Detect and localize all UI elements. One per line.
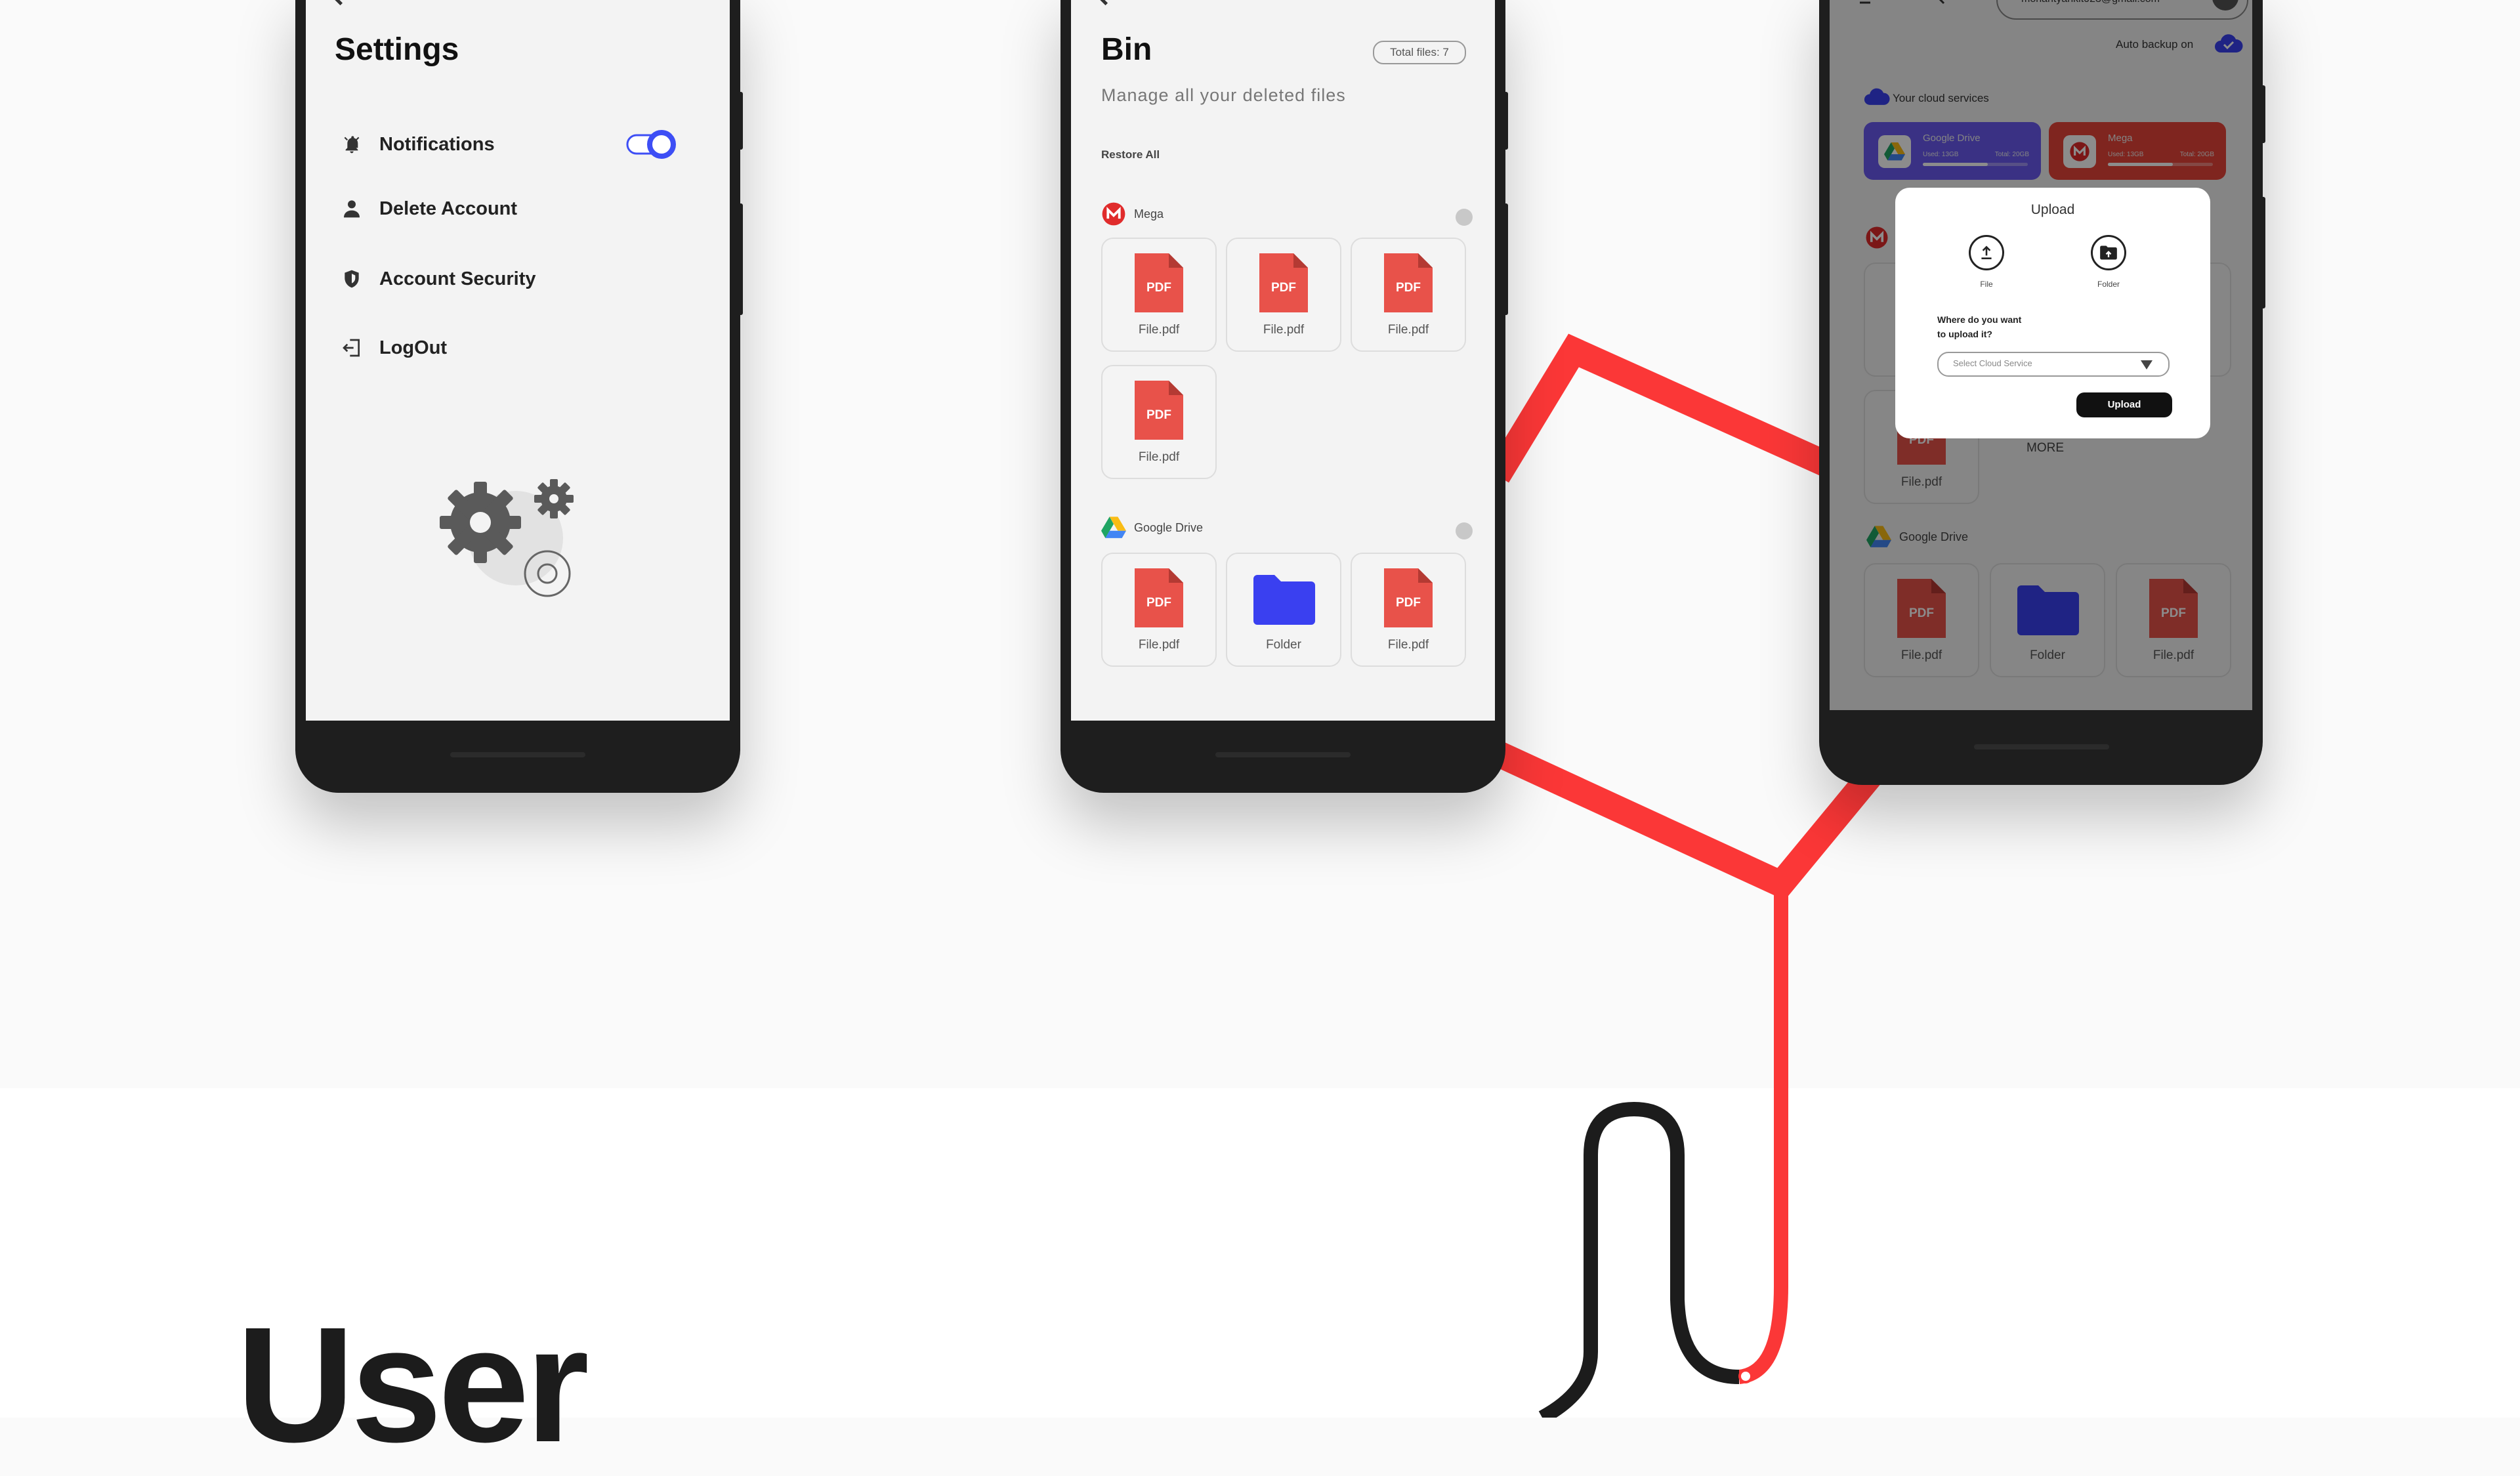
modal-title: Upload — [2030, 202, 2075, 217]
phone-settings: Settings Notifications Delete Account Ac… — [295, 0, 743, 793]
mega-logo-icon — [1102, 202, 1125, 226]
svg-text:PDF: PDF — [1146, 596, 1171, 610]
upload-question: Where do you want to upload it? — [1937, 314, 2022, 339]
file-tile[interactable]: PDF File.pdf — [1101, 365, 1217, 479]
pdf-icon: PDF — [1135, 568, 1183, 627]
file-name: File.pdf — [1138, 450, 1180, 464]
file-tile[interactable]: PDF File.pdf — [1101, 553, 1217, 667]
pdf-icon: PDF — [1135, 381, 1183, 440]
file-name: File.pdf — [1387, 638, 1429, 652]
settings-item-logout[interactable]: LogOut — [341, 328, 447, 368]
svg-text:PDF: PDF — [1146, 281, 1171, 295]
file-name: File.pdf — [1387, 323, 1429, 337]
logout-icon — [343, 339, 360, 357]
bin-screen: Bin Total files: 7 Manage all your delet… — [1071, 0, 1495, 721]
svg-text:PDF: PDF — [1271, 281, 1296, 295]
svg-text:PDF: PDF — [1396, 596, 1421, 610]
person-icon — [344, 200, 360, 218]
file-name: Folder — [1266, 638, 1301, 652]
file-name: File.pdf — [1138, 638, 1180, 652]
file-tile[interactable]: PDF File.pdf — [1351, 553, 1466, 667]
restore-all-link[interactable]: Restore All — [1101, 148, 1160, 161]
hero-title: User — [236, 1293, 589, 1476]
settings-screen: Settings Notifications Delete Account Ac… — [306, 0, 730, 721]
shield-icon — [345, 270, 359, 288]
page-title: Settings — [335, 32, 459, 67]
file-tile[interactable]: PDF File.pdf — [1226, 238, 1341, 352]
pdf-icon: PDF — [1384, 253, 1433, 312]
folder-icon — [1253, 575, 1315, 625]
gears-illustration — [440, 479, 574, 597]
phone-dashboard: mohantyankit023@gmail.com Auto backup on… — [1819, 0, 2265, 785]
folder-tile[interactable]: Folder — [1226, 553, 1341, 667]
settings-item-notifications[interactable]: Notifications — [341, 125, 495, 164]
settings-item-label: Notifications — [379, 133, 495, 155]
select-radio-mega[interactable] — [1456, 209, 1473, 226]
notifications-toggle[interactable] — [626, 130, 679, 159]
google-drive-logo-icon — [1101, 517, 1126, 538]
upload-option-folder[interactable]: Folder — [2086, 235, 2132, 289]
page-subtitle: Manage all your deleted files — [1101, 85, 1346, 105]
file-tile[interactable]: PDF File.pdf — [1101, 238, 1217, 352]
bell-icon — [344, 136, 360, 154]
back-icon[interactable] — [1093, 0, 1118, 6]
settings-item-label: Delete Account — [379, 198, 518, 219]
file-name: File.pdf — [1263, 323, 1305, 337]
section-header-mega: Mega — [1101, 201, 1164, 227]
upload-button[interactable]: Upload — [2076, 392, 2172, 417]
settings-item-label: Account Security — [379, 268, 536, 289]
page-title: Bin — [1101, 32, 1152, 67]
wire-end-dot — [1738, 1369, 1753, 1383]
dashboard-screen: mohantyankit023@gmail.com Auto backup on… — [1830, 0, 2252, 710]
settings-item-label: LogOut — [379, 337, 448, 358]
upload-option-file[interactable]: File — [1964, 235, 2009, 289]
file-name: File.pdf — [1138, 323, 1180, 337]
settings-item-account-security[interactable]: Account Security — [341, 259, 536, 299]
svg-text:PDF: PDF — [1396, 281, 1421, 295]
section-header-google-drive: Google Drive — [1101, 515, 1203, 541]
cloud-service-select[interactable]: Select Cloud Service — [1937, 352, 2170, 377]
pdf-icon: PDF — [1384, 568, 1433, 627]
file-tile[interactable]: PDF File.pdf — [1351, 238, 1466, 352]
pdf-icon: PDF — [1259, 253, 1308, 312]
pdf-icon: PDF — [1135, 253, 1183, 312]
chevron-down-icon — [2141, 360, 2152, 369]
svg-text:PDF: PDF — [1146, 408, 1171, 422]
total-files-badge: Total files: 7 — [1373, 41, 1466, 64]
folder-upload-icon — [2100, 245, 2117, 260]
upload-icon — [1981, 245, 1992, 259]
select-radio-google-drive[interactable] — [1456, 522, 1473, 539]
settings-item-delete-account[interactable]: Delete Account — [341, 189, 517, 228]
upload-modal: Upload File Folder Where do you want to u… — [1895, 188, 2210, 438]
back-icon[interactable] — [328, 0, 352, 6]
phone-bin: Bin Total files: 7 Manage all your delet… — [1060, 0, 1508, 793]
